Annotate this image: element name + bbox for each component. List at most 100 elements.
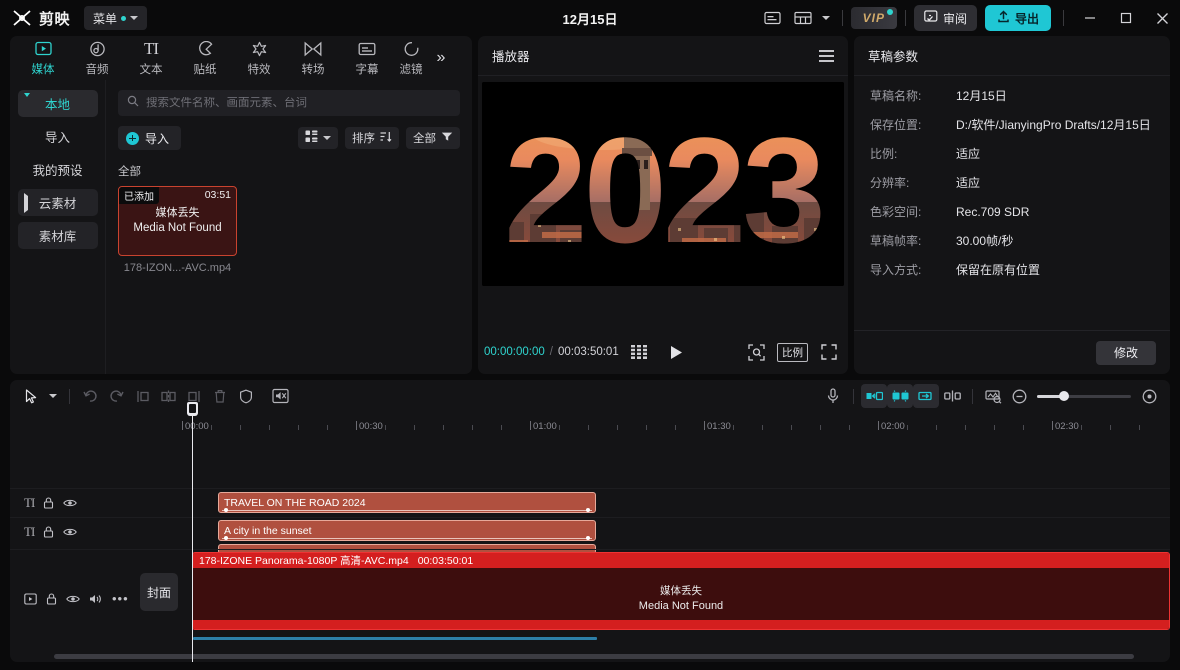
split-icon[interactable] <box>155 384 181 408</box>
tab-transition[interactable]: 转场 <box>286 37 340 79</box>
shield-icon[interactable] <box>233 384 259 408</box>
delete-icon[interactable] <box>207 384 233 408</box>
keyframe-dot[interactable] <box>224 536 228 540</box>
tab-filter[interactable]: 滤镜 <box>394 37 428 79</box>
chevron-right-icon <box>23 192 28 213</box>
export-label: 导出 <box>1014 11 1039 26</box>
ratio-button[interactable]: 比例 <box>777 342 808 362</box>
keyframe-dot[interactable] <box>224 508 228 512</box>
eye-icon[interactable] <box>66 594 80 604</box>
maximize-icon[interactable] <box>1108 0 1144 36</box>
media-item[interactable]: 已添加 03:51 媒体丢失 Media Not Found 178-IZON.… <box>118 186 237 274</box>
search-input[interactable] <box>146 97 451 109</box>
filter-label: 全部 <box>413 133 436 145</box>
export-button[interactable]: 导出 <box>984 5 1051 31</box>
microphone-icon[interactable] <box>820 384 846 408</box>
category-label: 我的预设 <box>32 164 83 178</box>
duration-badge: 03:51 <box>204 189 231 201</box>
volume-icon[interactable] <box>89 593 103 605</box>
undo-icon[interactable] <box>77 384 103 408</box>
media-grid: 已添加 03:51 媒体丢失 Media Not Found 178-IZON.… <box>118 186 460 274</box>
playhead[interactable] <box>187 402 198 662</box>
menu-button[interactable]: 菜单 <box>84 6 148 30</box>
snap-left-icon[interactable] <box>861 384 887 408</box>
hamburger-icon[interactable] <box>819 49 834 62</box>
video-clip[interactable]: 178-IZONE Panorama-1080P 高清-AVC.mp4 00:0… <box>192 552 1170 630</box>
keyframe-dot[interactable] <box>586 536 590 540</box>
vip-label: VIP <box>862 11 885 25</box>
cover-button[interactable]: 封面 <box>140 573 178 611</box>
category-my-presets[interactable]: 我的预设 <box>18 156 98 183</box>
player-controls: 00:00:00:00 / 00:03:50:01 比例 <box>478 330 848 374</box>
filter-icon <box>403 40 420 59</box>
import-button[interactable]: 导入 <box>118 126 182 150</box>
text-clip-1[interactable]: TRAVEL ON THE ROAD 2024 <box>218 492 596 513</box>
minimize-icon[interactable] <box>1072 0 1108 36</box>
layout-chevron-down-icon[interactable] <box>818 5 834 31</box>
search-box[interactable] <box>118 90 460 116</box>
mute-clip-icon[interactable] <box>267 384 293 408</box>
zoom-in-icon[interactable] <box>1136 384 1162 408</box>
divider <box>1063 10 1064 26</box>
split-marker-icon[interactable] <box>939 384 965 408</box>
close-icon[interactable] <box>1144 0 1180 36</box>
select-cursor-icon[interactable] <box>18 384 44 408</box>
more-icon[interactable]: ••• <box>112 591 129 606</box>
timeline-horizontal-scrollbar[interactable] <box>54 654 1134 659</box>
lock-icon[interactable] <box>43 497 54 509</box>
fullscreen-icon[interactable] <box>816 339 842 365</box>
category-import[interactable]: 导入 <box>18 123 98 150</box>
text-clip-2[interactable]: A city in the sunset <box>218 520 596 541</box>
param-row-draft-name: 草稿名称: 12月15日 <box>870 88 1154 105</box>
tab-media[interactable]: 媒体 <box>16 37 70 79</box>
auto-snap-icon[interactable] <box>887 384 913 408</box>
tab-audio[interactable]: 音频 <box>70 37 124 79</box>
captions-icon[interactable] <box>758 5 788 31</box>
category-asset-library[interactable]: 素材库 <box>17 222 98 249</box>
zoom-slider[interactable] <box>1037 391 1131 401</box>
redo-icon[interactable] <box>103 384 129 408</box>
timeline-ruler[interactable]: 00:00 00:30 01:00 01:30 02:00 02:30 <box>10 412 1170 434</box>
lock-icon[interactable] <box>43 526 54 538</box>
param-value: D:/软件/JianyingPro Drafts/12月15日 <box>956 118 1151 132</box>
grid-view-icon <box>305 130 318 146</box>
media-thumbnail[interactable]: 已添加 03:51 媒体丢失 Media Not Found <box>118 186 237 256</box>
tab-label: 滤镜 <box>399 63 423 76</box>
library-category-list: 本地 导入 我的预设 云素材 素材库 <box>10 80 106 374</box>
eye-icon[interactable] <box>63 498 78 508</box>
review-button[interactable]: 审阅 <box>913 5 977 31</box>
tab-text[interactable]: TI 文本 <box>124 37 178 79</box>
layout-icon[interactable] <box>788 5 818 31</box>
modify-button[interactable]: 修改 <box>1095 340 1156 365</box>
crop-icon[interactable] <box>743 339 769 365</box>
category-local[interactable]: 本地 <box>17 90 98 117</box>
param-row-framerate: 草稿帧率: 30.00帧/秒 <box>870 233 1154 250</box>
frames-icon[interactable] <box>627 339 653 365</box>
divider <box>904 10 906 26</box>
lock-icon[interactable] <box>46 592 57 605</box>
vip-button[interactable]: VIP <box>850 7 897 29</box>
play-icon[interactable] <box>663 339 689 365</box>
eye-icon[interactable] <box>63 527 78 537</box>
video-clip-footer <box>193 620 1169 629</box>
keyframe-dot[interactable] <box>586 508 590 512</box>
tab-subtitle[interactable]: 字幕 <box>340 37 394 79</box>
category-label: 本地 <box>44 98 70 112</box>
category-cloud-assets[interactable]: 云素材 <box>17 189 98 216</box>
tab-effects[interactable]: 特效 <box>232 37 286 79</box>
zoom-out-icon[interactable] <box>1006 384 1032 408</box>
tab-sticker[interactable]: 贴纸 <box>178 37 232 79</box>
added-badge: 已添加 <box>119 187 159 204</box>
preview-stage[interactable]: 2023 <box>482 82 844 286</box>
keyframe-icon[interactable] <box>980 384 1006 408</box>
playhead-handle[interactable] <box>187 402 198 416</box>
cursor-chevron-down-icon[interactable] <box>44 384 62 408</box>
snap-right-icon[interactable] <box>913 384 939 408</box>
filter-button[interactable]: 全部 <box>406 127 460 149</box>
sort-button[interactable]: 排序 <box>345 127 399 149</box>
view-mode-button[interactable] <box>298 127 338 149</box>
split-left-icon[interactable] <box>129 384 155 408</box>
more-tabs-icon[interactable]: » <box>430 49 452 67</box>
zoom-slider-handle[interactable] <box>1059 391 1069 401</box>
param-key: 分辨率: <box>870 176 910 190</box>
